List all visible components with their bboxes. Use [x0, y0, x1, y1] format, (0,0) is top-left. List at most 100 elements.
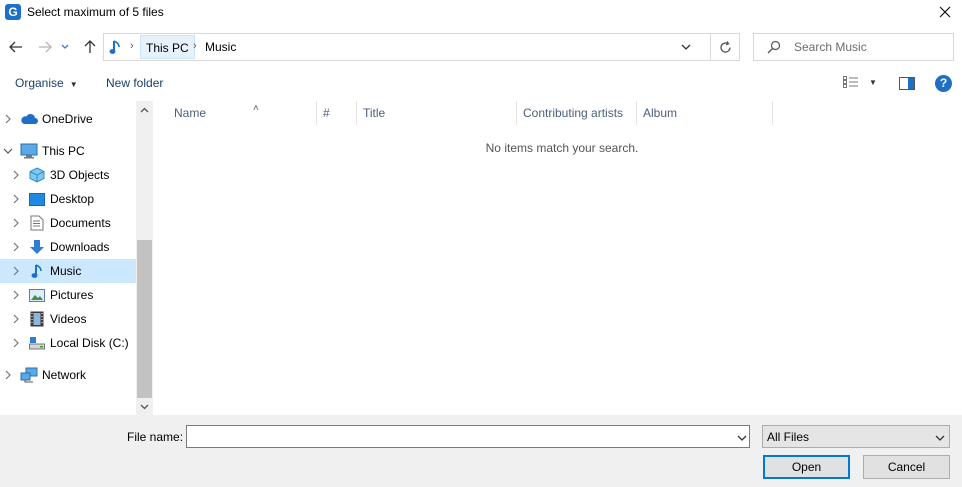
nav-label: This PC: [42, 144, 85, 158]
search-box[interactable]: Search Music: [753, 33, 954, 61]
nav-item-3d-objects[interactable]: 3D Objects: [0, 163, 136, 187]
breadcrumb-this-pc[interactable]: This PC: [140, 35, 195, 59]
cancel-button[interactable]: Cancel: [863, 455, 950, 479]
up-button[interactable]: [79, 36, 101, 58]
nav-label: Music: [50, 264, 82, 278]
file-open-dialog: G Select maximum of 5 files › This PC › …: [0, 0, 962, 487]
file-name-combobox[interactable]: [186, 425, 750, 448]
music-icon: [28, 262, 46, 280]
column-header-title[interactable]: Title: [357, 101, 517, 125]
refresh-icon: [720, 40, 731, 53]
music-icon: [109, 39, 123, 58]
file-type-value: All Files: [767, 430, 810, 444]
back-arrow-icon: [9, 41, 22, 53]
nav-item-downloads[interactable]: Downloads: [0, 235, 136, 259]
videos-icon: [28, 310, 46, 328]
chevron-down-icon: [737, 435, 747, 441]
expand-chevron-icon[interactable]: [11, 242, 21, 252]
chevron-down-icon: [61, 44, 69, 49]
column-header-row: ˄ Name # Title Contributing artists Albu…: [153, 101, 962, 125]
dialog-footer: File name: All Files Open Cancel: [0, 415, 962, 487]
help-icon: ?: [939, 76, 948, 90]
scroll-thumb[interactable]: [137, 240, 152, 398]
back-button[interactable]: [5, 36, 27, 58]
change-view-button[interactable]: ▼: [843, 76, 877, 88]
nav-item-onedrive[interactable]: OneDrive: [0, 107, 136, 131]
column-header-number[interactable]: #: [317, 101, 357, 125]
3d-objects-icon: [28, 166, 46, 184]
nav-item-network[interactable]: Network: [0, 363, 136, 387]
column-label: Contributing artists: [523, 106, 624, 120]
close-icon: [939, 6, 951, 18]
nav-item-videos[interactable]: Videos: [0, 307, 136, 331]
nav-item-desktop[interactable]: Desktop: [0, 187, 136, 211]
file-name-input[interactable]: [187, 426, 727, 447]
network-icon: [20, 366, 38, 384]
chevron-up-icon: [140, 107, 149, 112]
details-view-icon: [843, 76, 858, 88]
breadcrumb-music[interactable]: Music: [200, 35, 241, 59]
preview-pane-button[interactable]: [899, 77, 915, 93]
forward-button[interactable]: [34, 36, 56, 58]
downloads-icon: [28, 238, 46, 256]
chevron-down-icon: [935, 430, 945, 444]
sort-ascending-icon: ˄: [253, 103, 259, 114]
desktop-icon: [28, 190, 46, 208]
column-label: #: [323, 106, 330, 120]
nav-item-documents[interactable]: Documents: [0, 211, 136, 235]
refresh-button[interactable]: [710, 34, 740, 60]
window-title: Select maximum of 5 files: [27, 5, 164, 19]
chevron-down-icon: [140, 404, 149, 409]
help-button[interactable]: ?: [935, 75, 952, 92]
expand-chevron-icon[interactable]: [11, 338, 21, 348]
nav-label: Local Disk (C:): [50, 336, 129, 350]
chevron-down-icon: [681, 44, 691, 50]
organise-label: Organise: [15, 76, 64, 90]
nav-item-pictures[interactable]: Pictures: [0, 283, 136, 307]
file-type-select[interactable]: All Files: [762, 425, 950, 448]
navigation-scrollbar[interactable]: [136, 101, 153, 415]
breadcrumb-separator-icon[interactable]: ›: [193, 40, 197, 52]
column-header-name[interactable]: ˄ Name: [168, 101, 317, 125]
nav-item-this-pc[interactable]: This PC: [0, 139, 136, 163]
expand-chevron-icon[interactable]: [11, 266, 21, 276]
new-folder-button[interactable]: New folder: [106, 76, 163, 90]
file-name-label: File name:: [127, 430, 184, 444]
file-name-dropdown-button[interactable]: [737, 430, 747, 444]
expand-chevron-icon[interactable]: [11, 194, 21, 204]
navigation-pane: OneDrive This PC 3D Objects Desktop Docu…: [0, 101, 136, 415]
forward-arrow-icon: [39, 41, 52, 53]
expand-chevron-icon[interactable]: [11, 290, 21, 300]
organise-menu[interactable]: Organise ▼: [15, 76, 78, 90]
column-label: Name: [174, 106, 207, 120]
nav-label: Desktop: [50, 192, 95, 206]
expand-chevron-icon[interactable]: [11, 170, 21, 180]
column-header-contributing-artists[interactable]: Contributing artists: [517, 101, 637, 125]
column-header-album[interactable]: Album: [637, 101, 773, 125]
title-bar: G Select maximum of 5 files: [0, 0, 962, 26]
expand-chevron-icon[interactable]: [11, 218, 21, 228]
column-label: Title: [363, 106, 386, 120]
close-button[interactable]: [928, 0, 962, 24]
open-button[interactable]: Open: [763, 455, 850, 479]
collapse-chevron-icon[interactable]: [3, 148, 13, 154]
address-history-dropdown[interactable]: [674, 36, 698, 58]
nav-label: Network: [42, 368, 87, 382]
nav-item-local-disk[interactable]: Local Disk (C:): [0, 331, 136, 355]
preview-pane-icon: [899, 77, 915, 90]
scroll-up-button[interactable]: [136, 101, 153, 118]
scroll-down-button[interactable]: [136, 398, 153, 415]
expand-chevron-icon[interactable]: [3, 370, 13, 380]
nav-item-music[interactable]: Music: [0, 259, 136, 283]
nav-label: Documents: [50, 216, 111, 230]
onedrive-icon: [20, 110, 38, 128]
app-icon: G: [5, 4, 21, 20]
nav-label: 3D Objects: [50, 168, 110, 182]
recent-locations-button[interactable]: [58, 36, 72, 58]
address-bar[interactable]: › This PC › Music: [103, 33, 740, 61]
expand-chevron-icon[interactable]: [11, 314, 21, 324]
nav-label: OneDrive: [42, 112, 93, 126]
expand-chevron-icon[interactable]: [3, 114, 13, 124]
caret-down-icon: ▼: [69, 80, 78, 89]
column-label: Album: [643, 106, 678, 120]
